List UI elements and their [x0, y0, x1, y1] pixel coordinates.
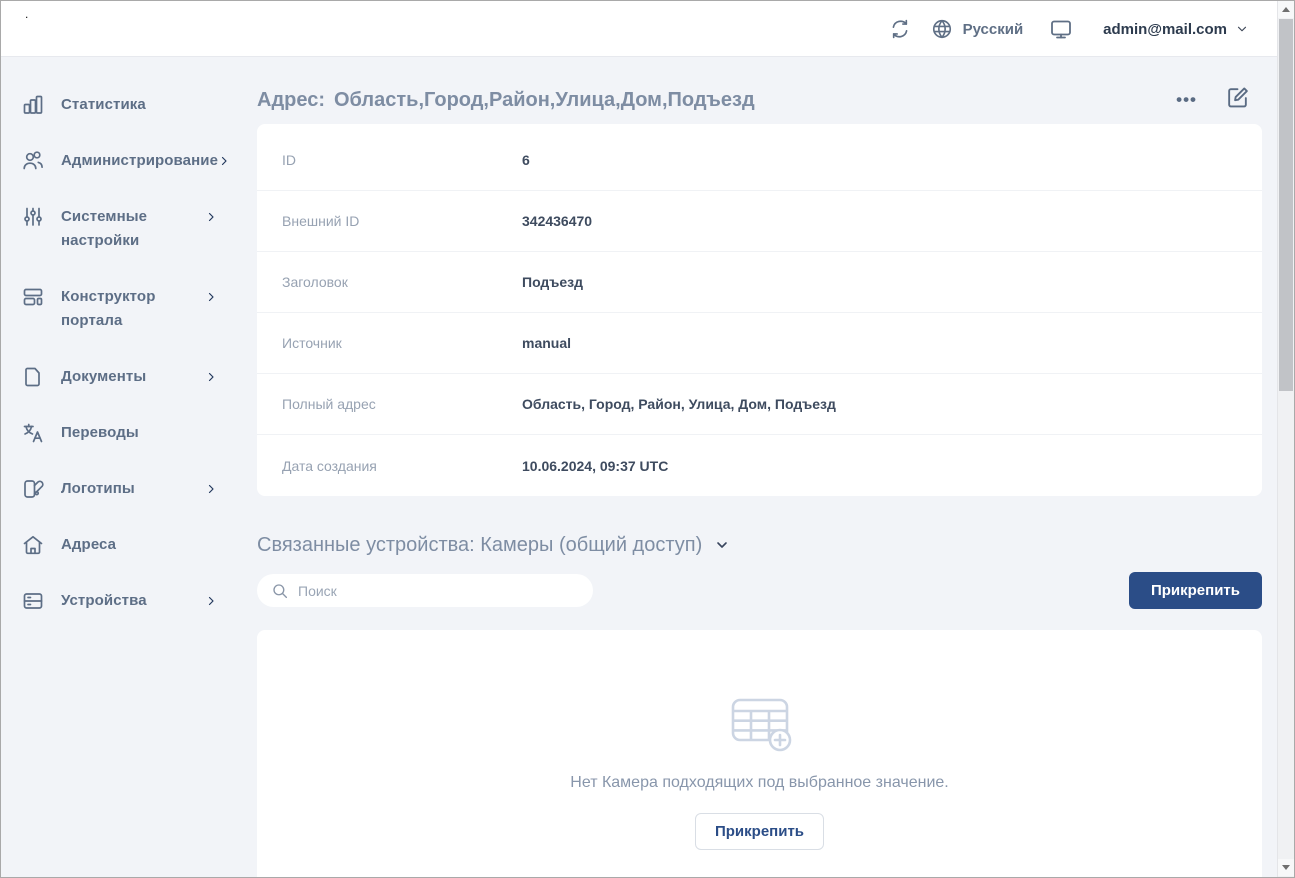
sidebar-item-addresses[interactable]: Адреса [1, 517, 249, 573]
detail-row-title: Заголовок Подъезд [257, 252, 1262, 313]
page-actions: ••• [1176, 85, 1262, 115]
detail-row-external-id: Внешний ID 342436470 [257, 191, 1262, 252]
translate-icon [21, 421, 45, 445]
empty-table-icon [725, 694, 795, 754]
chevron-right-icon [205, 589, 219, 613]
chevron-down-icon [714, 537, 730, 553]
detail-label: Внешний ID [282, 213, 522, 229]
page-title-value: Область,Город,Район,Улица,Дом,Подъезд [334, 89, 755, 111]
top-bar: . Русский [1, 1, 1279, 57]
detail-value: Подъезд [522, 274, 583, 290]
page-title-prefix: Адрес: [257, 89, 325, 111]
sidebar-item-label: Адреса [61, 533, 219, 557]
language-label: Русский [963, 21, 1024, 38]
chevron-right-icon [205, 205, 219, 229]
related-devices-empty-card: Нет Камера подходящих под выбранное знач… [257, 630, 1262, 878]
edit-button[interactable] [1225, 85, 1250, 115]
related-devices-header[interactable]: Связанные устройства: Камеры (общий дост… [257, 530, 1262, 560]
detail-value: 6 [522, 152, 530, 168]
home-icon [21, 533, 45, 557]
more-actions-button[interactable]: ••• [1176, 95, 1197, 105]
edit-icon [1225, 85, 1250, 110]
detail-row-id: ID 6 [257, 130, 1262, 191]
attach-button[interactable]: Прикрепить [1129, 572, 1262, 609]
chevron-right-icon [205, 477, 219, 501]
sidebar-item-logos[interactable]: Логотипы [1, 461, 249, 517]
detail-label: Дата создания [282, 458, 522, 474]
empty-attach-button[interactable]: Прикрепить [695, 813, 824, 850]
scrollbar-thumb[interactable] [1279, 19, 1293, 391]
bar-chart-icon [21, 93, 45, 117]
detail-label: Источник [282, 335, 522, 351]
page-title: Адрес: Область,Город,Район,Улица,Дом,Подъ… [257, 89, 755, 112]
sidebar-item-administration[interactable]: Администрирование [1, 133, 249, 189]
user-email: admin@mail.com [1103, 21, 1227, 38]
sidebar-item-documents[interactable]: Документы [1, 349, 249, 405]
document-icon [21, 365, 45, 389]
sidebar-item-label: Устройства [61, 589, 205, 613]
related-devices-toolbar: Прикрепить [257, 572, 1262, 609]
sidebar-item-label: Администрирование [61, 149, 218, 173]
chevron-down-icon [1235, 22, 1249, 36]
detail-value: 10.06.2024, 09:37 UTC [522, 458, 668, 474]
layout-icon [21, 285, 45, 309]
detail-value: manual [522, 335, 571, 351]
sidebar-item-label: Документы [61, 365, 205, 389]
sidebar-item-devices[interactable]: Устройства [1, 573, 249, 629]
sidebar-item-translations[interactable]: Переводы [1, 405, 249, 461]
search-icon [271, 582, 289, 600]
chevron-right-icon [205, 285, 219, 309]
user-menu[interactable]: admin@mail.com [1103, 21, 1249, 38]
address-details-card: ID 6 Внешний ID 342436470 Заголовок Подъ… [257, 124, 1262, 496]
sidebar-item-label: Статистика [61, 93, 219, 117]
empty-state-message: Нет Камера подходящих под выбранное знач… [570, 774, 948, 792]
sidebar-item-statistics[interactable]: Статистика [1, 77, 249, 133]
app-window: . Русский [0, 0, 1295, 878]
sliders-icon [21, 205, 45, 229]
chevron-right-icon [205, 365, 219, 389]
detail-row-source: Источник manual [257, 313, 1262, 374]
detail-label: ID [282, 152, 522, 168]
main-content: Адрес: Область,Город,Район,Улица,Дом,Подъ… [257, 57, 1262, 877]
sidebar-item-system-settings[interactable]: Системные настройки [1, 189, 249, 269]
search-input[interactable] [298, 583, 579, 599]
refresh-icon[interactable] [886, 15, 914, 43]
detail-value: 342436470 [522, 213, 592, 229]
detail-row-created-date: Дата создания 10.06.2024, 09:37 UTC [257, 435, 1262, 496]
language-selector[interactable]: Русский [928, 15, 1024, 43]
detail-row-full-address: Полный адрес Область, Город, Район, Улиц… [257, 374, 1262, 435]
sidebar-item-portal-builder[interactable]: Конструктор портала [1, 269, 249, 349]
users-icon [21, 149, 45, 173]
topbar-actions: Русский admin@mail.com [886, 1, 1249, 57]
scroll-up-button[interactable] [1278, 1, 1294, 18]
triangle-down-icon [1282, 865, 1290, 870]
logos-icon [21, 477, 45, 501]
detail-label: Полный адрес [282, 396, 522, 412]
vertical-scrollbar[interactable] [1277, 1, 1294, 877]
sidebar-item-label: Переводы [61, 421, 219, 445]
logo-dot: . [25, 7, 28, 21]
sidebar-item-label: Конструктор портала [61, 285, 205, 333]
chevron-right-icon [218, 149, 230, 173]
triangle-up-icon [1282, 7, 1290, 12]
sidebar: Статистика Администрирование [1, 57, 249, 877]
sidebar-item-label: Логотипы [61, 477, 205, 501]
detail-label: Заголовок [282, 274, 522, 290]
page-head: Адрес: Область,Город,Район,Улица,Дом,Подъ… [257, 78, 1262, 122]
devices-icon [21, 589, 45, 613]
search-box [257, 574, 593, 607]
monitor-icon[interactable] [1047, 15, 1075, 43]
sidebar-item-label: Системные настройки [61, 205, 205, 253]
related-devices-title: Связанные устройства: Камеры (общий дост… [257, 534, 702, 557]
globe-icon [928, 15, 956, 43]
detail-value: Область, Город, Район, Улица, Дом, Подъе… [522, 396, 836, 412]
scroll-down-button[interactable] [1278, 859, 1294, 876]
